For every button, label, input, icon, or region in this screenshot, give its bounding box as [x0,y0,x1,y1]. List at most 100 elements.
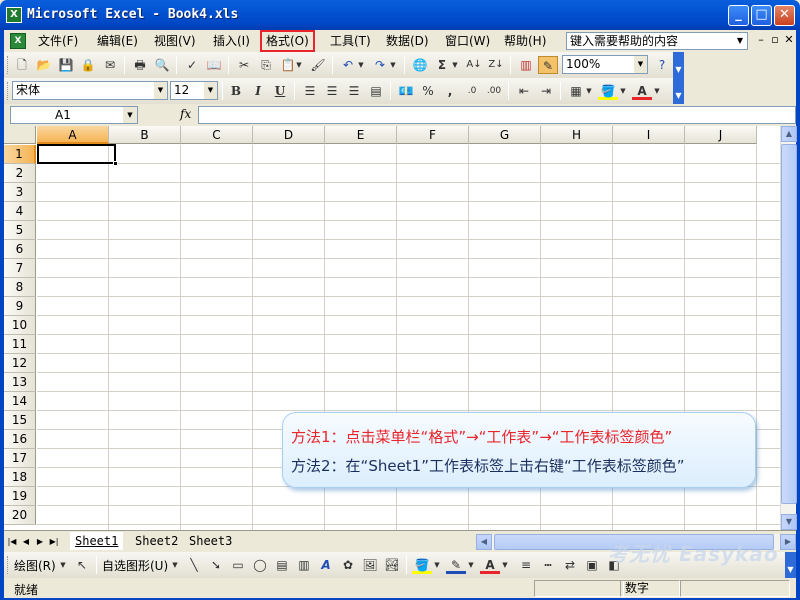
row-header-13[interactable]: 13 [4,373,36,392]
rectangle-icon[interactable]: ▭ [228,556,248,574]
column-header-a[interactable]: A [37,126,109,144]
doc-close-button[interactable]: ✕ [782,33,796,47]
toolbar-options-icon[interactable]: ▼ [673,78,684,104]
scroll-down-icon[interactable]: ▼ [781,514,797,530]
help-search-input[interactable]: 键入需要帮助的内容 ▼ [566,32,748,50]
chevron-down-icon[interactable]: ▼ [734,34,746,48]
column-header-e[interactable]: E [325,126,397,144]
chevron-down-icon[interactable]: ▼ [618,82,628,100]
row-header-1[interactable]: 1 [4,145,36,164]
percent-button[interactable]: % [418,82,438,100]
close-button[interactable]: ✕ [774,5,795,26]
menu-file[interactable]: 文件(F) [34,32,82,50]
column-header-g[interactable]: G [469,126,541,144]
column-header-j[interactable]: J [685,126,757,144]
bold-button[interactable]: B [226,82,246,100]
first-sheet-icon[interactable]: |◀ [6,535,18,549]
dash-style-icon[interactable]: ┅ [538,556,558,574]
line-color-icon[interactable]: ✎ [446,556,466,574]
chevron-down-icon[interactable]: ▼ [294,56,304,74]
italic-button[interactable]: I [248,82,268,100]
permission-icon[interactable]: 🔒 [78,56,98,74]
menu-format[interactable]: 格式(O) [260,30,315,52]
currency-icon[interactable]: 💶 [396,82,416,100]
row-header-3[interactable]: 3 [4,183,36,202]
redo-icon[interactable]: ↷ [370,56,390,74]
last-sheet-icon[interactable]: ▶| [48,535,60,549]
comma-style-button[interactable]: , [440,82,460,100]
row-header-15[interactable]: 15 [4,411,36,430]
oval-icon[interactable]: ◯ [250,556,270,574]
scroll-up-icon[interactable]: ▲ [781,126,797,142]
increase-decimal-icon[interactable]: .0 [462,82,482,100]
insert-function-icon[interactable]: fx [180,107,191,121]
chevron-down-icon[interactable]: ▼ [466,556,476,574]
row-header-10[interactable]: 10 [4,316,36,335]
row-header-16[interactable]: 16 [4,430,36,449]
menu-insert[interactable]: 插入(I) [209,32,254,50]
menu-view[interactable]: 视图(V) [150,32,200,50]
chevron-down-icon[interactable]: ▼ [500,556,510,574]
align-center-icon[interactable]: ☰ [322,82,342,100]
align-right-icon[interactable]: ☰ [344,82,364,100]
menu-edit[interactable]: 编辑(E) [93,32,142,50]
menu-window[interactable]: 窗口(W) [441,32,494,50]
fill-color-icon[interactable]: 🪣 [598,82,618,100]
arrow-style-icon[interactable]: ⇄ [560,556,580,574]
diagram-icon[interactable]: ✿ [338,556,358,574]
active-cell[interactable] [37,144,118,166]
underline-button[interactable]: U [270,82,290,100]
font-size-select[interactable]: 12 ▼ [170,81,218,100]
line-icon[interactable]: ╲ [184,556,204,574]
autosum-icon[interactable]: Σ [432,56,452,74]
cut-icon[interactable]: ✂ [234,56,254,74]
sheet-tab-3[interactable]: Sheet3 [184,532,237,550]
chevron-down-icon[interactable]: ▼ [356,56,366,74]
row-header-8[interactable]: 8 [4,278,36,297]
select-objects-icon[interactable]: ↖ [72,556,92,574]
open-icon[interactable]: 📂 [34,56,54,74]
font-color-icon[interactable]: A [632,82,652,100]
column-header-f[interactable]: F [397,126,469,144]
hyperlink-icon[interactable]: 🌐 [410,56,430,74]
chevron-down-icon[interactable]: ▼ [58,556,68,574]
column-header-b[interactable]: B [109,126,181,144]
decrease-decimal-icon[interactable]: .00 [484,82,504,100]
chevron-down-icon[interactable]: ▼ [584,82,594,100]
maximize-button[interactable]: □ [751,5,772,26]
sheet-tab-2[interactable]: Sheet2 [130,532,183,550]
formula-input[interactable] [198,106,796,124]
vertical-textbox-icon[interactable]: ▥ [294,556,314,574]
minimize-button[interactable]: _ [728,5,749,26]
new-icon[interactable]: 🗋 [12,56,32,74]
prev-sheet-icon[interactable]: ◀ [20,535,32,549]
column-header-h[interactable]: H [541,126,613,144]
row-header-9[interactable]: 9 [4,297,36,316]
next-sheet-icon[interactable]: ▶ [34,535,46,549]
fill-color-icon[interactable]: 🪣 [412,556,432,574]
borders-icon[interactable]: ▦ [566,82,586,100]
format-painter-icon[interactable]: 🖌 [308,56,328,74]
print-preview-icon[interactable]: 🔍 [152,56,172,74]
copy-icon[interactable]: ⎘ [256,56,276,74]
clipart-icon[interactable]: 🖼 [360,556,380,574]
column-header-d[interactable]: D [253,126,325,144]
column-header-i[interactable]: I [613,126,685,144]
select-all-button[interactable] [4,126,36,144]
save-icon[interactable]: 💾 [56,56,76,74]
row-header-18[interactable]: 18 [4,468,36,487]
decrease-indent-icon[interactable]: ⇤ [514,82,534,100]
drawing-icon[interactable]: ✎ [538,56,558,74]
picture-icon[interactable]: 🏞 [382,556,402,574]
wordart-icon[interactable]: A [316,556,336,574]
sort-descending-icon[interactable]: Z↓ [486,56,506,74]
toolbar-grip[interactable] [7,82,10,100]
toolbar-grip[interactable] [7,556,10,574]
shadow-style-icon[interactable]: ▣ [582,556,602,574]
chevron-down-icon[interactable]: ▼ [432,556,442,574]
chevron-down-icon[interactable]: ▼ [123,107,137,123]
row-header-19[interactable]: 19 [4,487,36,506]
toolbar-options-icon[interactable]: ▼ [673,52,684,78]
sheet-tab-1[interactable]: Sheet1 [70,532,124,550]
chevron-down-icon[interactable]: ▼ [634,56,647,73]
